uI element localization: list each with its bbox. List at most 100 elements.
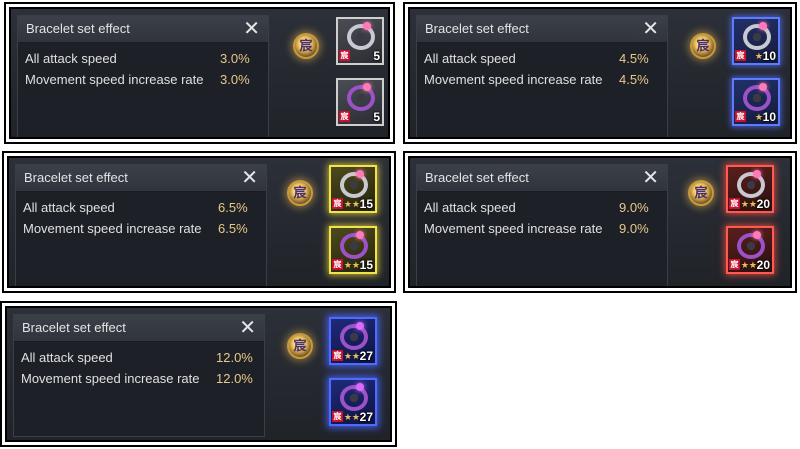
stat-label: All attack speed	[23, 200, 115, 215]
stat-row: All attack speed 12.0%	[14, 350, 264, 371]
bracelet-slot-2[interactable]: 宸 ★★ 20	[726, 226, 774, 274]
item-level: 5	[373, 49, 380, 63]
bracelet-slot-2[interactable]: 宸 5	[336, 78, 384, 126]
bracelet-slot-1[interactable]: 宸 ★★ 27	[329, 317, 377, 365]
item-badge: 宸	[332, 350, 343, 361]
stat-label: All attack speed	[424, 200, 516, 215]
stat-value: 3.0%	[220, 72, 250, 87]
card-title: Bracelet set effect	[425, 21, 529, 36]
set-effect-panel-2: Bracelet set effect ✕ All attack speed 4…	[403, 2, 797, 144]
stat-row: All attack speed 3.0%	[18, 51, 268, 72]
stat-row: Movement speed increase rate 9.0%	[417, 221, 667, 242]
star-rating: ★★	[343, 260, 360, 270]
stat-row: Movement speed increase rate 6.5%	[16, 221, 266, 242]
stat-value: 12.0%	[216, 371, 253, 386]
set-effect-panel-4: Bracelet set effect ✕ All attack speed 9…	[403, 151, 797, 293]
stat-value: 12.0%	[216, 350, 253, 365]
stat-value: 3.0%	[220, 51, 250, 66]
star-rating: ★★	[343, 412, 360, 422]
stat-row: Movement speed increase rate 3.0%	[18, 72, 268, 93]
item-level: 5	[373, 110, 380, 124]
gem-icon	[759, 22, 767, 30]
close-icon[interactable]: ✕	[243, 17, 260, 41]
bracelet-icon	[743, 85, 771, 111]
item-badge: 宸	[729, 198, 740, 209]
gem-icon	[753, 231, 761, 239]
gem-icon	[759, 83, 767, 91]
item-badge: 宸	[339, 50, 350, 61]
gem-icon	[356, 383, 364, 391]
item-level: 27	[359, 410, 373, 424]
item-badge: 宸	[735, 50, 746, 61]
stat-row: All attack speed 4.5%	[417, 51, 667, 72]
bracelet-slot-1[interactable]: 宸 ★ 10	[732, 17, 780, 65]
bracelet-icon	[737, 233, 765, 259]
close-icon[interactable]: ✕	[642, 166, 659, 190]
stat-label: Movement speed increase rate	[23, 221, 202, 236]
item-level: 15	[359, 258, 373, 272]
set-effect-panel-3: Bracelet set effect ✕ All attack speed 6…	[2, 151, 396, 293]
stat-label: All attack speed	[25, 51, 117, 66]
stat-row: Movement speed increase rate 12.0%	[14, 371, 264, 392]
gem-icon	[753, 170, 761, 178]
item-badge: 宸	[332, 259, 343, 270]
close-icon[interactable]: ✕	[241, 166, 258, 190]
bracelet-icon	[737, 172, 765, 198]
bracelet-slot-2[interactable]: 宸 ★★ 15	[329, 226, 377, 274]
item-level: 10	[762, 49, 776, 63]
bracelet-slot-2[interactable]: 宸 ★ 10	[732, 78, 780, 126]
item-badge: 宸	[332, 411, 343, 422]
star-rating: ★★	[343, 199, 360, 209]
item-level: 20	[756, 258, 770, 272]
stat-value: 6.5%	[218, 200, 248, 215]
gem-icon	[356, 322, 364, 330]
bracelet-slot-2[interactable]: 宸 ★★ 27	[329, 378, 377, 426]
stat-label: Movement speed increase rate	[25, 72, 204, 87]
set-emblem-icon: 宸	[688, 180, 714, 206]
card-header: Bracelet set effect ✕	[417, 16, 667, 43]
stat-row: All attack speed 9.0%	[417, 200, 667, 221]
bracelet-slot-1[interactable]: 宸 ★★ 15	[329, 165, 377, 213]
star-rating: ★★	[740, 199, 757, 209]
bracelet-icon	[340, 324, 368, 350]
stat-label: All attack speed	[21, 350, 113, 365]
set-effect-card: Bracelet set effect ✕ All attack speed 1…	[13, 314, 265, 437]
card-header: Bracelet set effect ✕	[417, 165, 667, 192]
bracelet-slot-1[interactable]: 宸 5	[336, 17, 384, 65]
stat-row: All attack speed 6.5%	[16, 200, 266, 221]
set-effect-panel-1: Bracelet set effect ✕ All attack speed 3…	[4, 2, 395, 144]
star-rating: ★★	[343, 351, 360, 361]
bracelet-icon	[340, 172, 368, 198]
bracelet-icon	[347, 85, 375, 111]
item-level: 10	[762, 110, 776, 124]
bracelet-icon	[347, 24, 375, 50]
stat-value: 6.5%	[218, 221, 248, 236]
item-level: 15	[359, 197, 373, 211]
star-rating: ★★	[740, 260, 757, 270]
stat-value: 9.0%	[619, 221, 649, 236]
card-title: Bracelet set effect	[425, 170, 529, 185]
set-effect-panel-5: Bracelet set effect ✕ All attack speed 1…	[0, 301, 397, 447]
item-level: 27	[359, 349, 373, 363]
card-title: Bracelet set effect	[26, 21, 130, 36]
item-badge: 宸	[339, 111, 350, 122]
bracelet-icon	[743, 24, 771, 50]
bracelet-slot-1[interactable]: 宸 ★★ 20	[726, 165, 774, 213]
card-title: Bracelet set effect	[22, 320, 126, 335]
card-header: Bracelet set effect ✕	[16, 165, 266, 192]
item-badge: 宸	[729, 259, 740, 270]
bracelet-icon	[340, 233, 368, 259]
set-effect-card: Bracelet set effect ✕ All attack speed 4…	[416, 15, 668, 137]
stat-value: 4.5%	[619, 51, 649, 66]
gem-icon	[356, 170, 364, 178]
item-badge: 宸	[332, 198, 343, 209]
item-level: 20	[756, 197, 770, 211]
card-header: Bracelet set effect ✕	[18, 16, 268, 43]
set-effect-card: Bracelet set effect ✕ All attack speed 3…	[17, 15, 269, 137]
gem-icon	[356, 231, 364, 239]
set-emblem-icon: 宸	[287, 180, 313, 206]
stat-value: 4.5%	[619, 72, 649, 87]
close-icon[interactable]: ✕	[239, 316, 256, 340]
close-icon[interactable]: ✕	[642, 17, 659, 41]
stat-label: Movement speed increase rate	[424, 221, 603, 236]
